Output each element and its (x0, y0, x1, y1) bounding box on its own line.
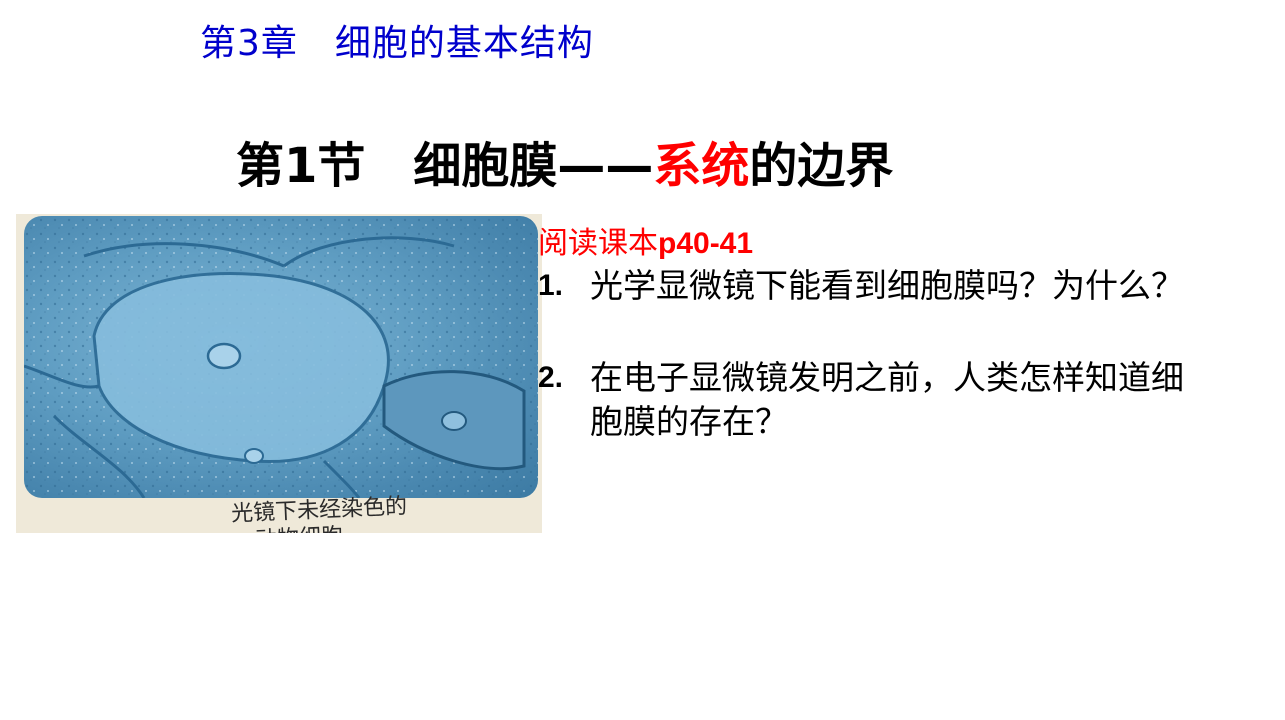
question-number: 2. (538, 361, 564, 394)
chapter-title: 第3章 细胞的基本结构 (200, 23, 594, 64)
section-title-highlight: 系统 (653, 138, 750, 194)
reading-instruction: 阅读课本p40-41 (538, 218, 753, 262)
reading-pages: p40-41 (658, 227, 754, 260)
section-title-part1: 第1节 细胞膜—— (236, 138, 654, 194)
cell-micrograph-figure: 光镜下未经染色的 动物细胞 (16, 214, 542, 533)
section-title-part2: 的边界 (749, 138, 894, 194)
reading-prefix: 阅读课本 (538, 226, 658, 261)
question-text: 在电子显微镜发明之前，人类怎样知道细胞膜的存在？ (590, 358, 1184, 441)
question-number: 1. (538, 269, 564, 302)
section-title: 第1节 细胞膜——系统的边界 (236, 126, 893, 196)
cell-micrograph-image (24, 216, 538, 498)
question-text: 光学显微镜下能看到细胞膜吗？为什么？ (590, 266, 1184, 305)
